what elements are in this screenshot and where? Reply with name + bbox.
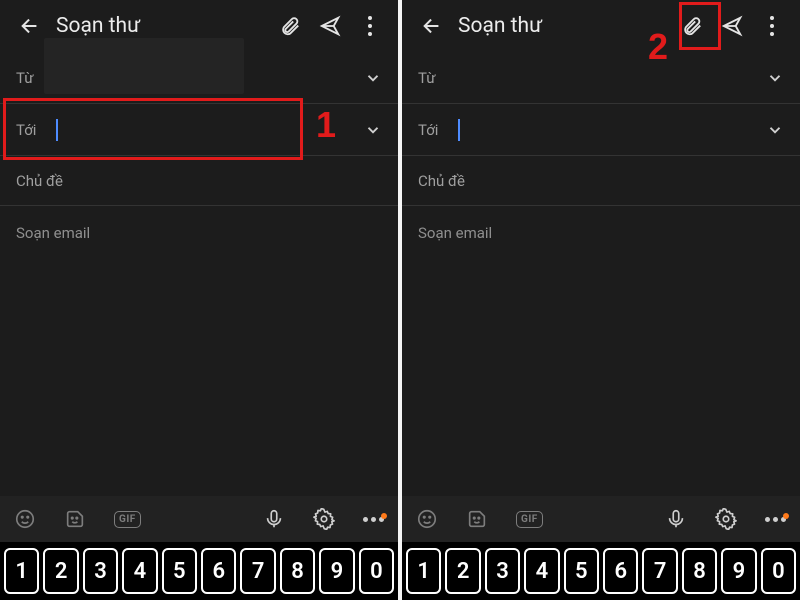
key-5[interactable]: 5 (564, 548, 599, 594)
key-7[interactable]: 7 (642, 548, 677, 594)
from-label: Từ (16, 69, 46, 87)
compose-screen-left: Soạn thư Từ Tới Chủ đề Soạn email (0, 0, 398, 600)
keyboard-toolbar: GIF (0, 496, 398, 542)
key-8[interactable]: 8 (280, 548, 315, 594)
key-6[interactable]: 6 (603, 548, 638, 594)
app-header: Soạn thư (402, 0, 800, 52)
page-title: Soạn thư (56, 14, 270, 38)
paperclip-icon (279, 15, 301, 37)
sticker-button[interactable] (466, 508, 488, 530)
emoji-button[interactable] (416, 508, 438, 530)
chevron-down-icon (766, 121, 784, 139)
subject-row[interactable]: Chủ đề (0, 156, 398, 206)
key-2[interactable]: 2 (43, 548, 78, 594)
gif-button[interactable]: GIF (114, 511, 141, 528)
notification-dot-icon (783, 513, 789, 519)
back-button[interactable] (412, 6, 452, 46)
smiley-icon (416, 508, 438, 530)
more-vert-icon (368, 16, 372, 36)
key-1[interactable]: 1 (406, 548, 441, 594)
back-arrow-icon (19, 15, 41, 37)
subject-placeholder: Chủ đề (418, 172, 465, 190)
send-icon (721, 15, 743, 37)
from-row[interactable]: Từ (402, 52, 800, 104)
from-expand[interactable] (766, 69, 784, 87)
attach-button[interactable] (270, 6, 310, 46)
paperclip-icon (681, 15, 703, 37)
attach-button[interactable] (672, 6, 712, 46)
from-value-redacted (44, 38, 244, 94)
to-row[interactable]: Tới (402, 104, 800, 156)
key-3[interactable]: 3 (83, 548, 118, 594)
key-0[interactable]: 0 (761, 548, 796, 594)
sticker-button[interactable] (64, 508, 86, 530)
overflow-button[interactable] (752, 6, 792, 46)
subject-placeholder: Chủ đề (16, 172, 63, 190)
page-title: Soạn thư (458, 14, 672, 38)
to-expand[interactable] (364, 121, 382, 139)
microphone-icon (263, 508, 285, 530)
gear-icon (313, 508, 335, 530)
key-5[interactable]: 5 (162, 548, 197, 594)
text-cursor (458, 119, 460, 141)
key-7[interactable]: 7 (240, 548, 275, 594)
gear-icon (715, 508, 737, 530)
number-key-row: 1 2 3 4 5 6 7 8 9 0 (0, 542, 398, 600)
chevron-down-icon (364, 121, 382, 139)
chevron-down-icon (766, 69, 784, 87)
key-1[interactable]: 1 (4, 548, 39, 594)
sticker-icon (64, 508, 86, 530)
send-icon (319, 15, 341, 37)
key-4[interactable]: 4 (122, 548, 157, 594)
body-field[interactable]: Soạn email (0, 206, 398, 496)
more-vert-icon (770, 16, 774, 36)
notification-dot-icon (381, 513, 387, 519)
key-4[interactable]: 4 (524, 548, 559, 594)
body-field[interactable]: Soạn email (402, 206, 800, 496)
key-6[interactable]: 6 (201, 548, 236, 594)
to-row[interactable]: Tới (0, 104, 398, 156)
key-9[interactable]: 9 (721, 548, 756, 594)
from-row[interactable]: Từ (0, 52, 398, 104)
mic-button[interactable] (263, 508, 285, 530)
body-placeholder: Soạn email (16, 224, 90, 242)
settings-button[interactable] (313, 508, 335, 530)
overflow-button[interactable] (350, 6, 390, 46)
microphone-icon (665, 508, 687, 530)
keyboard-more-button[interactable] (363, 517, 384, 522)
gif-button[interactable]: GIF (516, 511, 543, 528)
from-expand[interactable] (364, 69, 382, 87)
subject-row[interactable]: Chủ đề (402, 156, 800, 206)
chevron-down-icon (364, 69, 382, 87)
key-9[interactable]: 9 (319, 548, 354, 594)
compose-screen-right: Soạn thư Từ Tới Chủ đề Soạn email (402, 0, 800, 600)
to-label: Tới (16, 121, 46, 139)
send-button[interactable] (712, 6, 752, 46)
settings-button[interactable] (715, 508, 737, 530)
number-key-row: 1 2 3 4 5 6 7 8 9 0 (402, 542, 800, 600)
sticker-icon (466, 508, 488, 530)
to-label: Tới (418, 121, 448, 139)
key-2[interactable]: 2 (445, 548, 480, 594)
key-3[interactable]: 3 (485, 548, 520, 594)
key-8[interactable]: 8 (682, 548, 717, 594)
key-0[interactable]: 0 (359, 548, 394, 594)
body-placeholder: Soạn email (418, 224, 492, 242)
emoji-button[interactable] (14, 508, 36, 530)
from-label: Từ (418, 69, 448, 87)
keyboard-toolbar: GIF (402, 496, 800, 542)
send-button[interactable] (310, 6, 350, 46)
smiley-icon (14, 508, 36, 530)
to-expand[interactable] (766, 121, 784, 139)
text-cursor (56, 119, 58, 141)
back-arrow-icon (421, 15, 443, 37)
mic-button[interactable] (665, 508, 687, 530)
keyboard-more-button[interactable] (765, 517, 786, 522)
